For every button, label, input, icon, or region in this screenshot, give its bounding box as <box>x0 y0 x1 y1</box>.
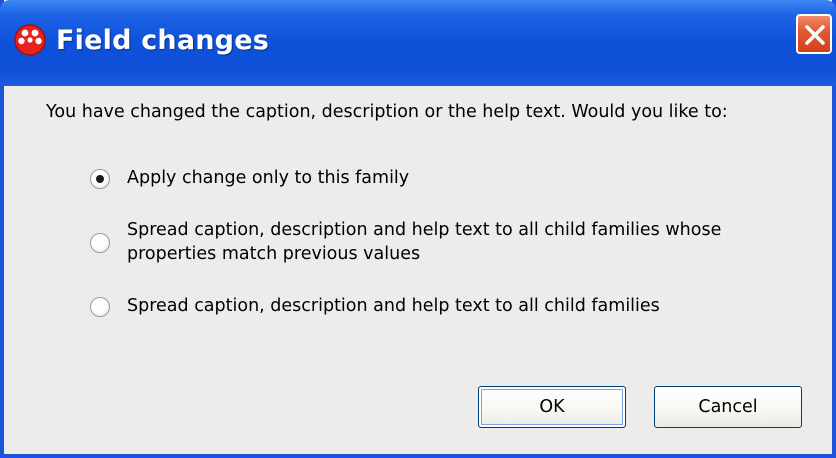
radio-unselected-icon[interactable] <box>90 297 110 317</box>
option-label[interactable]: Apply change only to this family <box>127 166 409 190</box>
option-label-line1[interactable]: Spread caption, description and help tex… <box>127 218 721 242</box>
option-matching-children[interactable]: Spread caption, description and help tex… <box>90 218 810 270</box>
ok-button[interactable]: OK <box>478 386 626 428</box>
app-icon <box>14 24 46 56</box>
option-label-line2[interactable]: properties match previous values <box>127 242 420 266</box>
dialog-body: You have changed the caption, descriptio… <box>4 86 832 454</box>
radio-dot <box>96 175 104 183</box>
option-all-children[interactable]: Spread caption, description and help tex… <box>90 294 810 320</box>
close-button[interactable] <box>796 14 832 54</box>
radio-unselected-icon[interactable] <box>90 233 110 253</box>
title-bar[interactable]: Field changes <box>0 0 836 86</box>
dialog-window: Field changes You have changed the capti… <box>0 0 836 458</box>
prompt-text: You have changed the caption, descriptio… <box>46 102 728 122</box>
option-this-family[interactable]: Apply change only to this family <box>90 166 810 192</box>
window-title: Field changes <box>56 25 269 56</box>
option-label[interactable]: Spread caption, description and help tex… <box>127 294 660 318</box>
cancel-button[interactable]: Cancel <box>654 386 802 428</box>
radio-selected-icon[interactable] <box>90 169 110 189</box>
close-icon <box>805 25 825 45</box>
